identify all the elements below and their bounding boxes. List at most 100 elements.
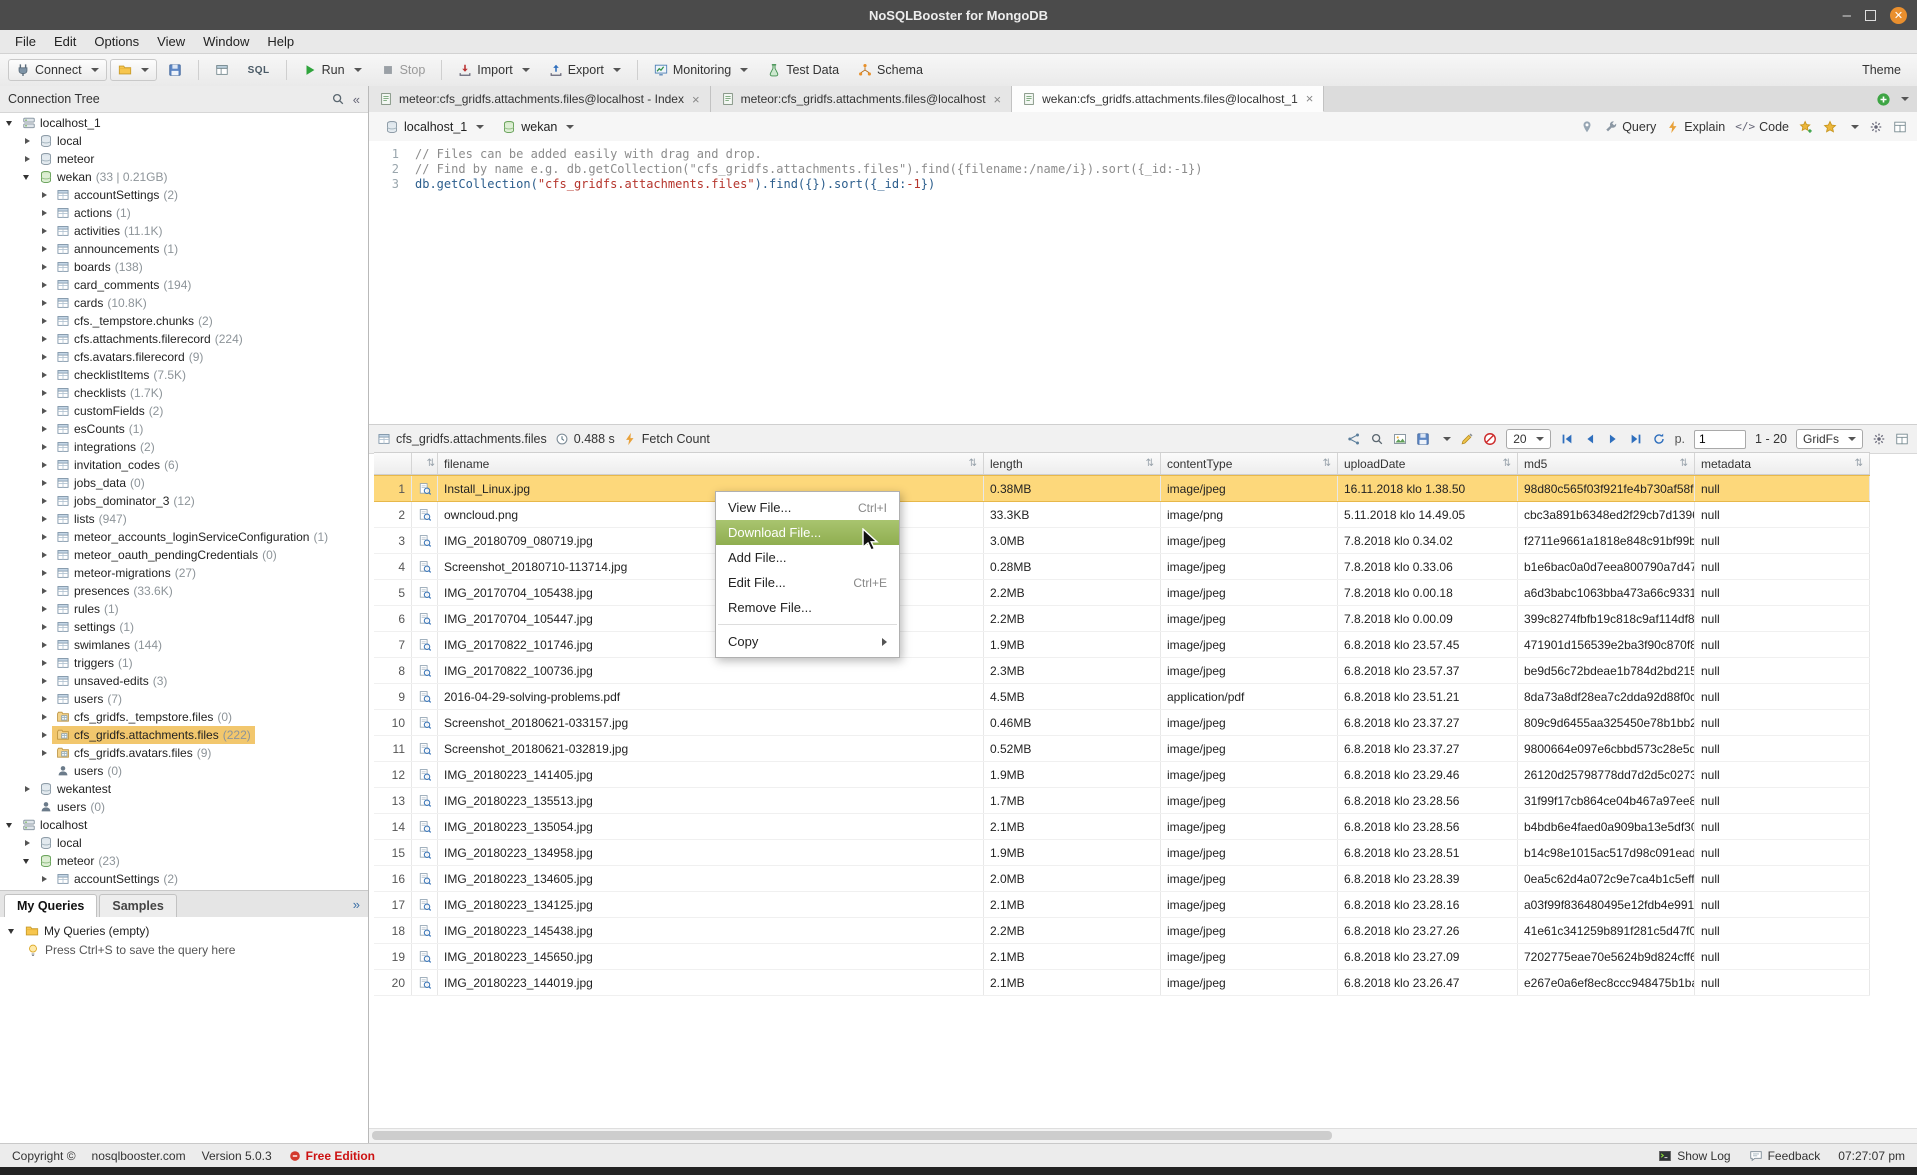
row-preview-cell[interactable] <box>412 918 438 943</box>
table-row[interactable]: 4Screenshot_20180710-113714.jpg0.28MBima… <box>374 554 1870 580</box>
tree-item-integrations[interactable]: integrations(2) <box>0 438 368 456</box>
collapse-sidebar-icon[interactable]: « <box>353 92 360 107</box>
cell-md5[interactable]: 9800664e097e6cbbd573c28e5d <box>1518 736 1695 761</box>
expander-icon[interactable] <box>40 370 50 380</box>
cell-length[interactable]: 2.0MB <box>984 866 1161 891</box>
cell-metadata[interactable]: null <box>1695 736 1870 761</box>
table-row[interactable]: 7IMG_20170822_101746.jpg1.9MBimage/jpeg6… <box>374 632 1870 658</box>
cell-length[interactable]: 1.9MB <box>984 840 1161 865</box>
tree-item-local[interactable]: local <box>0 132 368 150</box>
tab-close-icon[interactable]: × <box>1306 91 1314 106</box>
expander-icon[interactable] <box>40 658 50 668</box>
cell-md5[interactable]: 471901d156539e2ba3f90c870f8 <box>1518 632 1695 657</box>
tree-item-checklists[interactable]: checklists(1.7K) <box>0 384 368 402</box>
expander-icon[interactable] <box>40 532 50 542</box>
expander-icon[interactable] <box>40 316 50 326</box>
breadcrumb-connection[interactable]: localhost_1 <box>379 118 490 136</box>
cell-filename[interactable]: IMG_20180223_145438.jpg <box>438 918 984 943</box>
cell-contentType[interactable]: application/pdf <box>1161 684 1338 709</box>
cell-metadata[interactable]: null <box>1695 944 1870 969</box>
cell-md5[interactable]: 399c8274fbfb19c818c9af114df8 <box>1518 606 1695 631</box>
expander-icon[interactable] <box>40 244 50 254</box>
column-header-filename[interactable]: filename⇅ <box>438 453 984 474</box>
open-recent-button[interactable] <box>110 59 157 81</box>
cell-length[interactable]: 0.52MB <box>984 736 1161 761</box>
cell-contentType[interactable]: image/jpeg <box>1161 632 1338 657</box>
explain-button[interactable]: Explain <box>1666 120 1725 134</box>
cell-length[interactable]: 2.1MB <box>984 892 1161 917</box>
cell-contentType[interactable]: image/jpeg <box>1161 970 1338 995</box>
fetch-count-button[interactable]: Fetch Count <box>623 432 710 446</box>
tree-item-invitation_codes[interactable]: invitation_codes(6) <box>0 456 368 474</box>
table-row[interactable]: 15IMG_20180223_134958.jpg1.9MBimage/jpeg… <box>374 840 1870 866</box>
cell-length[interactable]: 3.0MB <box>984 528 1161 553</box>
cell-uploadDate[interactable]: 6.8.2018 klo 23.28.16 <box>1338 892 1518 917</box>
menu-view[interactable]: View <box>148 30 194 53</box>
monitoring-button[interactable]: Monitoring <box>646 59 756 81</box>
cell-uploadDate[interactable]: 6.8.2018 klo 23.27.09 <box>1338 944 1518 969</box>
cell-metadata[interactable]: null <box>1695 762 1870 787</box>
cell-metadata[interactable]: null <box>1695 814 1870 839</box>
column-header-contentType[interactable]: contentType⇅ <box>1161 453 1338 474</box>
row-preview-cell[interactable] <box>412 710 438 735</box>
schema-button[interactable]: Schema <box>850 59 931 81</box>
table-row[interactable]: 18IMG_20180223_145438.jpg2.2MBimage/jpeg… <box>374 918 1870 944</box>
cell-length[interactable]: 2.1MB <box>984 814 1161 839</box>
expander-icon[interactable] <box>40 514 50 524</box>
cell-uploadDate[interactable]: 5.11.2018 klo 14.49.05 <box>1338 502 1518 527</box>
row-preview-cell[interactable] <box>412 762 438 787</box>
save-button[interactable] <box>160 59 190 81</box>
grid-settings-icon[interactable] <box>1872 432 1886 446</box>
cell-uploadDate[interactable]: 7.8.2018 klo 0.00.09 <box>1338 606 1518 631</box>
cell-uploadDate[interactable]: 7.8.2018 klo 0.34.02 <box>1338 528 1518 553</box>
cell-md5[interactable]: 26120d25798778dd7d2d5c0273 <box>1518 762 1695 787</box>
expander-icon[interactable] <box>40 298 50 308</box>
editor-tab[interactable]: wekan:cfs_gridfs.attachments.files@local… <box>1012 86 1324 112</box>
search-icon[interactable] <box>331 92 345 106</box>
expander-icon[interactable] <box>40 334 50 344</box>
row-preview-cell[interactable] <box>412 632 438 657</box>
expander-icon[interactable] <box>8 926 18 936</box>
website-link[interactable]: nosqlbooster.com <box>92 1149 186 1163</box>
tree-item-actions[interactable]: actions(1) <box>0 204 368 222</box>
tree-item-checklistItems[interactable]: checklistItems(7.5K) <box>0 366 368 384</box>
expander-icon[interactable] <box>40 550 50 560</box>
row-preview-cell[interactable] <box>412 476 438 501</box>
tree-item-cards[interactable]: cards(10.8K) <box>0 294 368 312</box>
tree-item-announcements[interactable]: announcements(1) <box>0 240 368 258</box>
favorites-icon[interactable] <box>1823 120 1837 134</box>
tree-item-cfs._tempstore.chunks[interactable]: cfs._tempstore.chunks(2) <box>0 312 368 330</box>
sort-icon[interactable]: ⇅ <box>1323 458 1331 469</box>
tree-item-rules[interactable]: rules(1) <box>0 600 368 618</box>
expander-icon[interactable] <box>40 604 50 614</box>
editor-tab[interactable]: meteor:cfs_gridfs.attachments.files@loca… <box>369 86 711 112</box>
query-button[interactable]: Query <box>1604 120 1656 134</box>
cell-filename[interactable]: Screenshot_20180621-033157.jpg <box>438 710 984 735</box>
menu-file[interactable]: File <box>6 30 45 53</box>
tree-item-meteor-migrations[interactable]: meteor-migrations(27) <box>0 564 368 582</box>
refresh-icon[interactable] <box>1652 432 1666 446</box>
add-favorite-icon[interactable] <box>1799 120 1813 134</box>
cell-md5[interactable]: 809c9d6455aa325450e78b1bb2 <box>1518 710 1695 735</box>
sort-icon[interactable]: ⇅ <box>1680 458 1688 469</box>
cell-filename[interactable]: owncloud.png <box>438 502 984 527</box>
tree-item-localhost_1[interactable]: localhost_1 <box>0 114 368 132</box>
menu-item-view-file-[interactable]: View File...Ctrl+I <box>716 495 899 520</box>
tree-item-meteor[interactable]: meteor(23) <box>0 852 368 870</box>
menu-options[interactable]: Options <box>85 30 148 53</box>
cell-uploadDate[interactable]: 6.8.2018 klo 23.57.45 <box>1338 632 1518 657</box>
cell-contentType[interactable]: image/jpeg <box>1161 944 1338 969</box>
cell-md5[interactable]: 98d80c565f03f921fe4b730af58f8 <box>1518 476 1695 501</box>
table-row[interactable]: 16IMG_20180223_134605.jpg2.0MBimage/jpeg… <box>374 866 1870 892</box>
cell-filename[interactable]: 2016-04-29-solving-problems.pdf <box>438 684 984 709</box>
column-header-preview[interactable]: ⇅ <box>412 453 438 474</box>
expander-icon[interactable] <box>6 820 16 830</box>
cell-contentType[interactable]: image/jpeg <box>1161 606 1338 631</box>
remove-icon[interactable] <box>1483 432 1497 446</box>
cell-contentType[interactable]: image/jpeg <box>1161 866 1338 891</box>
table-row[interactable]: 1Install_Linux.jpg0.38MBimage/jpeg16.11.… <box>374 475 1870 502</box>
export-result-icon[interactable] <box>1416 432 1430 446</box>
cell-length[interactable]: 2.2MB <box>984 580 1161 605</box>
cell-contentType[interactable]: image/jpeg <box>1161 814 1338 839</box>
cell-md5[interactable]: b14c98e1015ac517d98c091ead <box>1518 840 1695 865</box>
